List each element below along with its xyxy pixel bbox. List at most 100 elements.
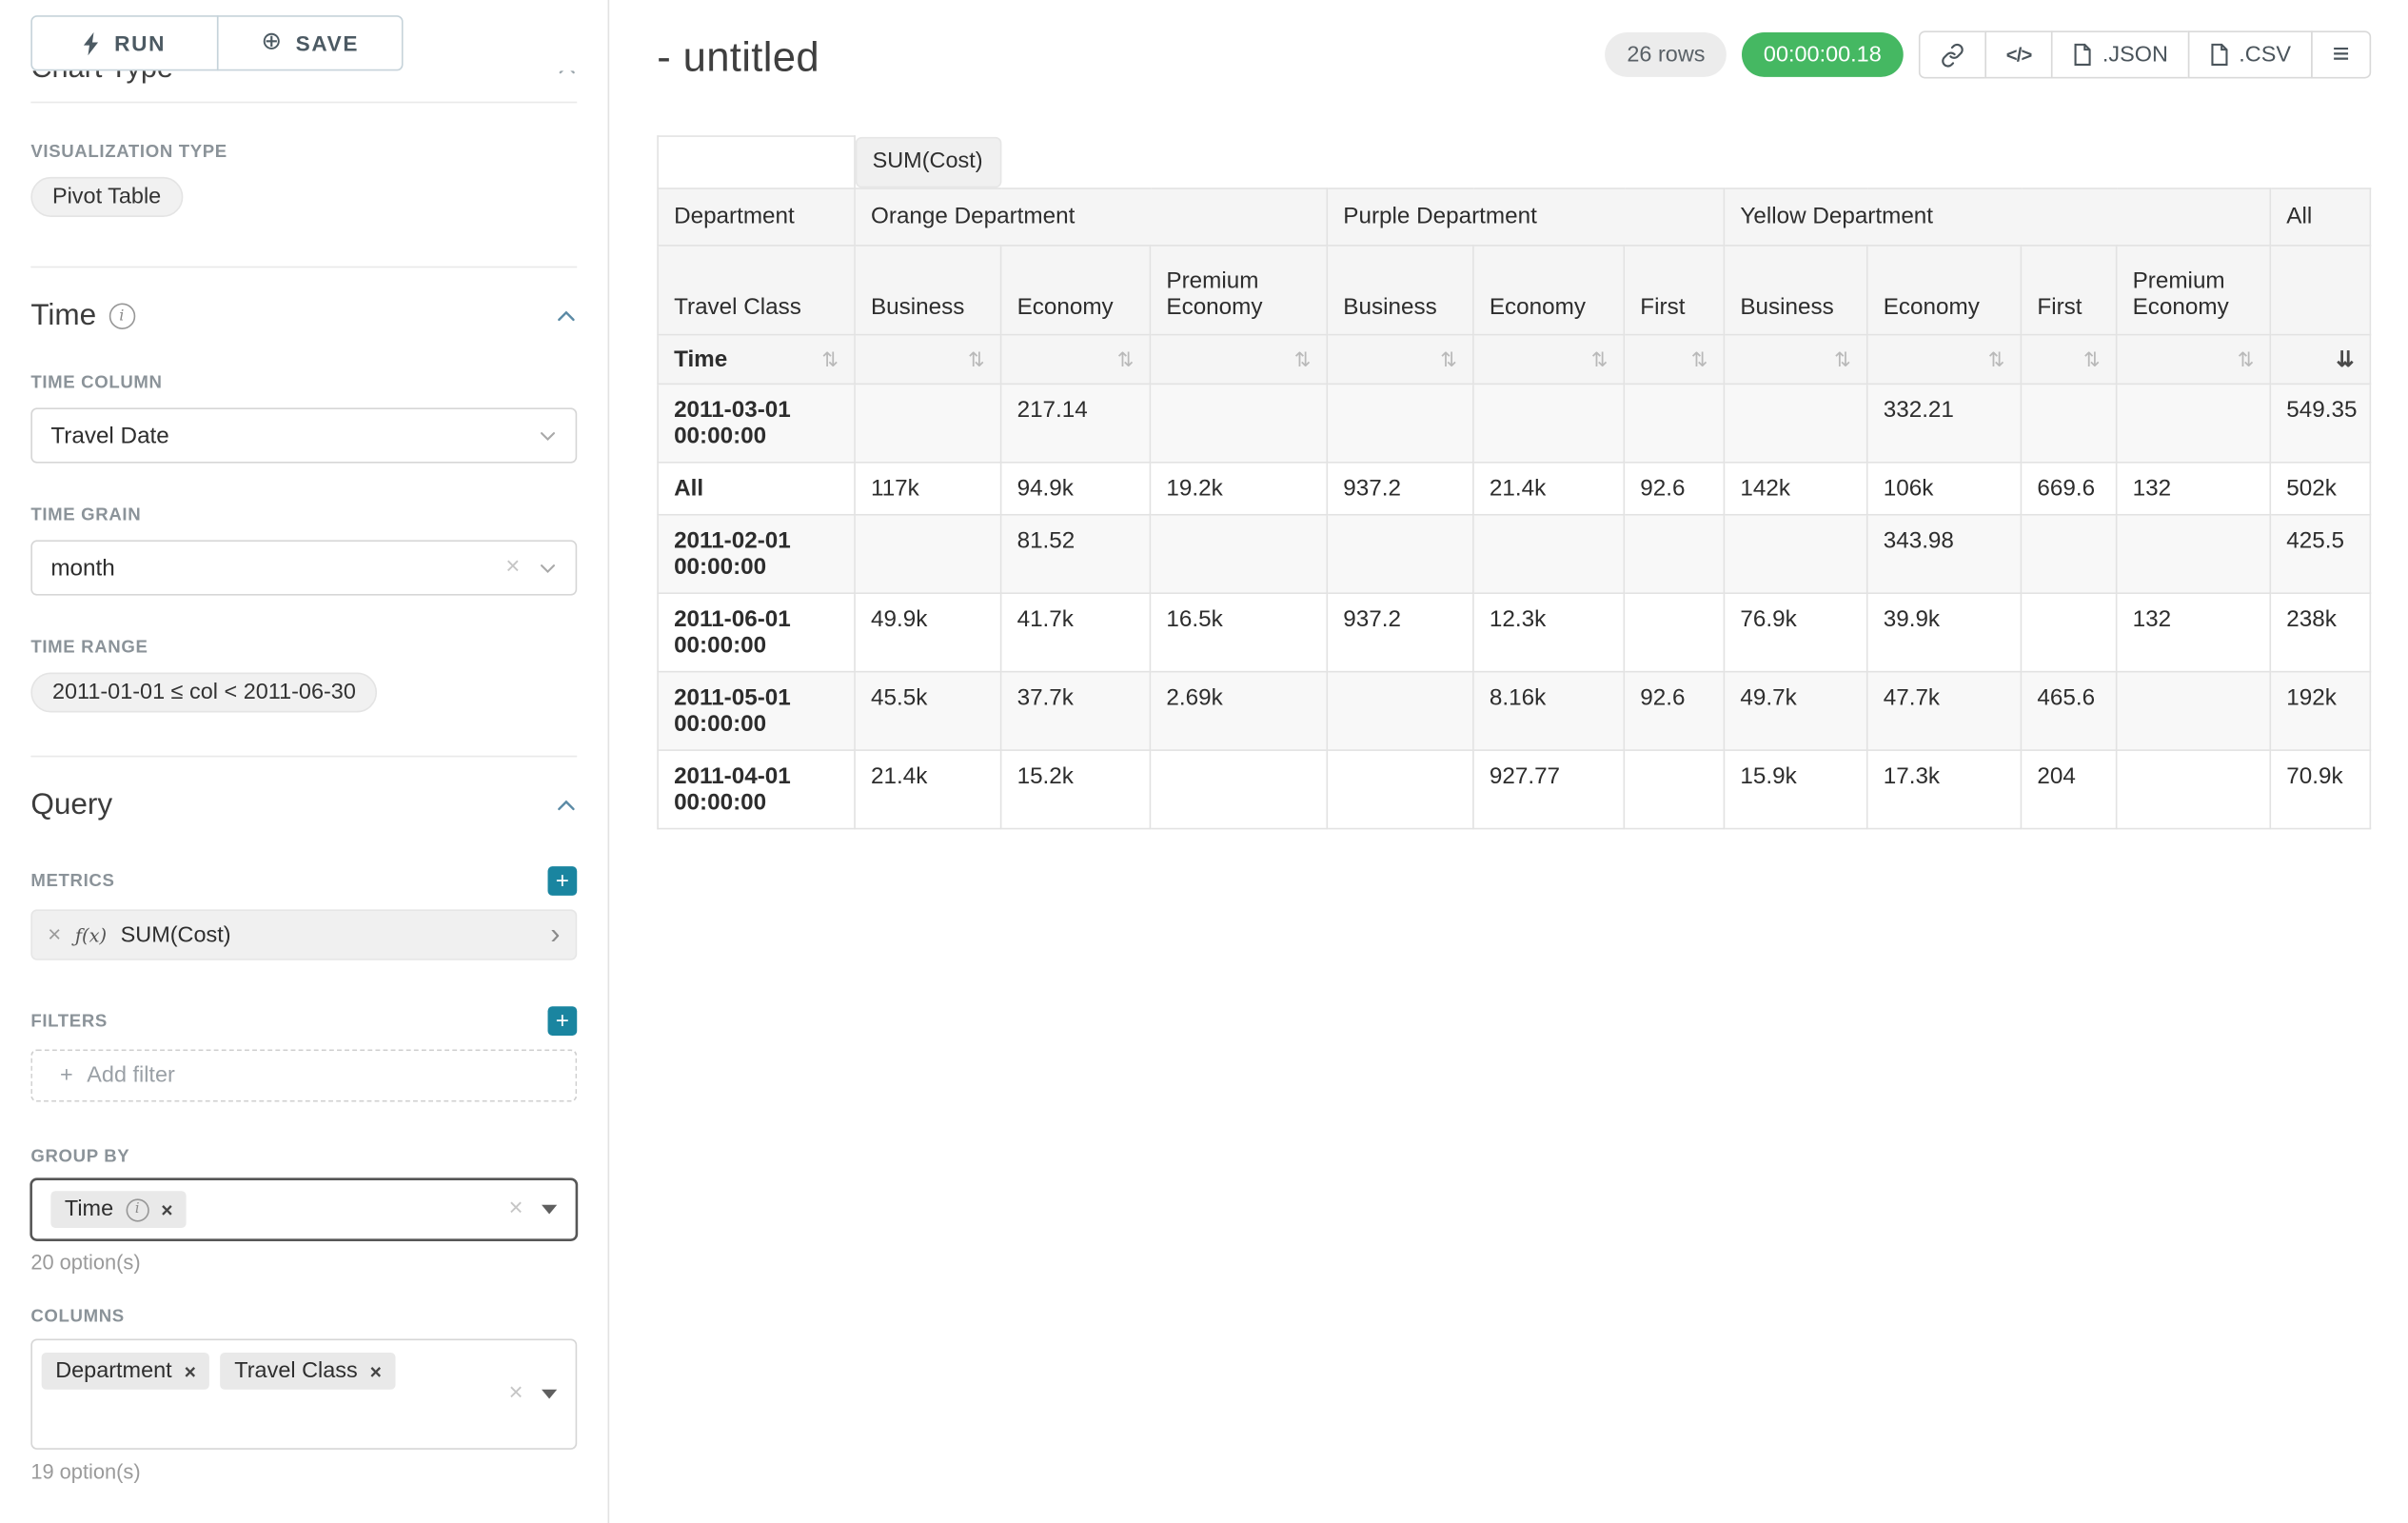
columns-tag[interactable]: Department × — [42, 1353, 210, 1390]
table-row: 2011-03-01 00:00:00217.14332.21549.35 — [658, 384, 2370, 462]
visualization-type-label: VISUALIZATION TYPE — [30, 143, 577, 161]
explore-view: RUN ⊕ SAVE Chart Type VISUALIZATION TYPE… — [0, 0, 2408, 1523]
time-grain-select[interactable]: month × — [30, 540, 577, 595]
clear-icon[interactable]: × — [509, 1382, 523, 1407]
remove-tag-icon[interactable]: × — [161, 1198, 172, 1221]
remove-tag-icon[interactable]: × — [370, 1359, 382, 1382]
add-filter-button[interactable]: + Add filter — [30, 1050, 577, 1102]
pivot-cell — [2117, 671, 2271, 749]
sort-icon[interactable]: ⇅ — [1834, 347, 1851, 370]
pivot-axis-label-department: Department — [658, 188, 855, 245]
sort-icon[interactable]: ⇅ — [1117, 347, 1135, 370]
pivot-sort-cell: ⇅ — [1327, 334, 1473, 384]
time-column-value: Travel Date — [50, 423, 538, 448]
sort-icon[interactable]: ⇅ — [1691, 347, 1708, 370]
plus-icon: + — [60, 1063, 73, 1088]
info-icon: i — [109, 303, 134, 328]
visualization-type-pill[interactable]: Pivot Table — [30, 177, 183, 217]
pivot-cell — [1327, 749, 1473, 827]
sort-icon[interactable]: ⇅ — [968, 347, 985, 370]
sort-icon[interactable]: ⇅ — [2238, 347, 2255, 370]
pivot-sort-cell: ⇅ — [1867, 334, 2022, 384]
clear-icon[interactable]: × — [505, 556, 520, 581]
sort-icon[interactable]: ⇅ — [1591, 347, 1609, 370]
copy-link-button[interactable] — [1919, 30, 1986, 78]
columns-select[interactable]: Department × Travel Class × × — [30, 1338, 577, 1449]
save-button[interactable]: ⊕ SAVE — [217, 15, 404, 70]
group-by-tag[interactable]: Time i × — [50, 1191, 187, 1228]
pivot-cell — [1473, 384, 1624, 462]
time-label: Time — [674, 346, 727, 371]
remove-tag-icon[interactable]: × — [185, 1359, 196, 1382]
add-metric-button[interactable]: + — [548, 866, 578, 896]
sort-icon[interactable]: ⇅ — [1294, 347, 1312, 370]
divider — [30, 756, 577, 758]
link-icon — [1940, 42, 1964, 67]
pivot-cell — [2021, 592, 2116, 670]
pivot-cell: 669.6 — [2021, 462, 2116, 514]
pivot-group-header: Orange Department — [855, 188, 1327, 245]
time-range-label: TIME RANGE — [30, 639, 577, 657]
pivot-cell: 45.5k — [855, 671, 1001, 749]
pivot-cell — [1624, 514, 1724, 592]
query-section-header[interactable]: Query — [30, 788, 577, 823]
time-section-header[interactable]: Time i — [30, 299, 577, 334]
dropdown-caret-icon[interactable] — [542, 1205, 557, 1215]
group-by-tag-label: Time — [65, 1197, 113, 1222]
sort-icon[interactable]: ⇅ — [1988, 347, 2005, 370]
pivot-cell: 47.7k — [1867, 671, 2022, 749]
pivot-subheader: Economy — [1473, 245, 1624, 334]
columns-tag[interactable]: Travel Class × — [221, 1353, 396, 1390]
time-range-pill[interactable]: 2011-01-01 ≤ col < 2011-06-30 — [30, 672, 377, 712]
pivot-cell — [1327, 671, 1473, 749]
table-row: 2011-06-01 00:00:0049.9k41.7k16.5k937.21… — [658, 592, 2370, 670]
function-icon: ƒ(x) — [75, 924, 107, 946]
embed-code-button[interactable]: </> — [1984, 30, 2053, 78]
export-csv-label: .CSV — [2239, 42, 2291, 67]
pivot-cell: 343.98 — [1867, 514, 2022, 592]
pivot-subheader: Business — [1327, 245, 1473, 334]
run-button[interactable]: RUN — [30, 15, 218, 70]
pivot-cell — [1724, 384, 1866, 462]
pivot-cell: 49.9k — [855, 592, 1001, 670]
sort-icon[interactable]: ⇅ — [821, 348, 839, 368]
clear-icon[interactable]: × — [509, 1197, 523, 1222]
group-by-select[interactable]: Time i × × — [30, 1178, 577, 1240]
pivot-cell — [1150, 384, 1327, 462]
pivot-sort-cell: ⇅ — [855, 334, 1001, 384]
pivot-corner-cell — [658, 136, 855, 188]
caret-right-icon[interactable]: › — [550, 920, 560, 950]
pivot-cell — [1624, 592, 1724, 670]
pivot-cell — [1327, 514, 1473, 592]
sort-icon[interactable]: ⇅ — [1440, 347, 1457, 370]
remove-metric-icon[interactable]: × — [48, 921, 61, 947]
filters-label: FILTERS — [30, 1012, 108, 1030]
time-column-select[interactable]: Travel Date — [30, 407, 577, 463]
columns-label: COLUMNS — [30, 1308, 577, 1326]
pivot-metric-header: SUM(Cost) — [856, 136, 1001, 187]
menu-button[interactable]: ≡ — [2311, 30, 2371, 78]
pivot-row-label: 2011-03-01 00:00:00 — [658, 384, 855, 462]
chart-title[interactable]: - untitled — [657, 34, 819, 82]
chevron-down-icon — [539, 426, 557, 445]
pivot-sort-row: Time ⇅ ⇅ ⇅ ⇅ ⇅ ⇅ ⇅ ⇅ ⇅ ⇅ ⇅ ⇊ — [658, 334, 2370, 384]
pivot-cell: 238k — [2270, 592, 2370, 670]
export-csv-button[interactable]: .CSV — [2188, 30, 2313, 78]
sort-desc-icon[interactable]: ⇊ — [2336, 346, 2354, 370]
pivot-cell: 132 — [2117, 592, 2271, 670]
pivot-cell: 94.9k — [1001, 462, 1151, 514]
query-section-title: Query — [30, 788, 112, 823]
pivot-row-label: 2011-04-01 00:00:00 — [658, 749, 855, 827]
export-json-button[interactable]: .JSON — [2052, 30, 2190, 78]
pivot-subheader: Economy — [1867, 245, 2022, 334]
pivot-cell: 39.9k — [1867, 592, 2022, 670]
dropdown-caret-icon[interactable] — [542, 1390, 557, 1399]
pivot-sort-cell: ⇅ — [1150, 334, 1327, 384]
metric-item[interactable]: × ƒ(x) SUM(Cost) › — [30, 909, 577, 959]
add-filter-plus-button[interactable]: + — [548, 1006, 578, 1036]
pivot-cell — [1724, 514, 1866, 592]
pivot-cell — [2021, 384, 2116, 462]
sort-icon[interactable]: ⇅ — [2083, 347, 2101, 370]
file-icon — [2210, 43, 2230, 66]
metrics-label: METRICS — [30, 872, 114, 890]
